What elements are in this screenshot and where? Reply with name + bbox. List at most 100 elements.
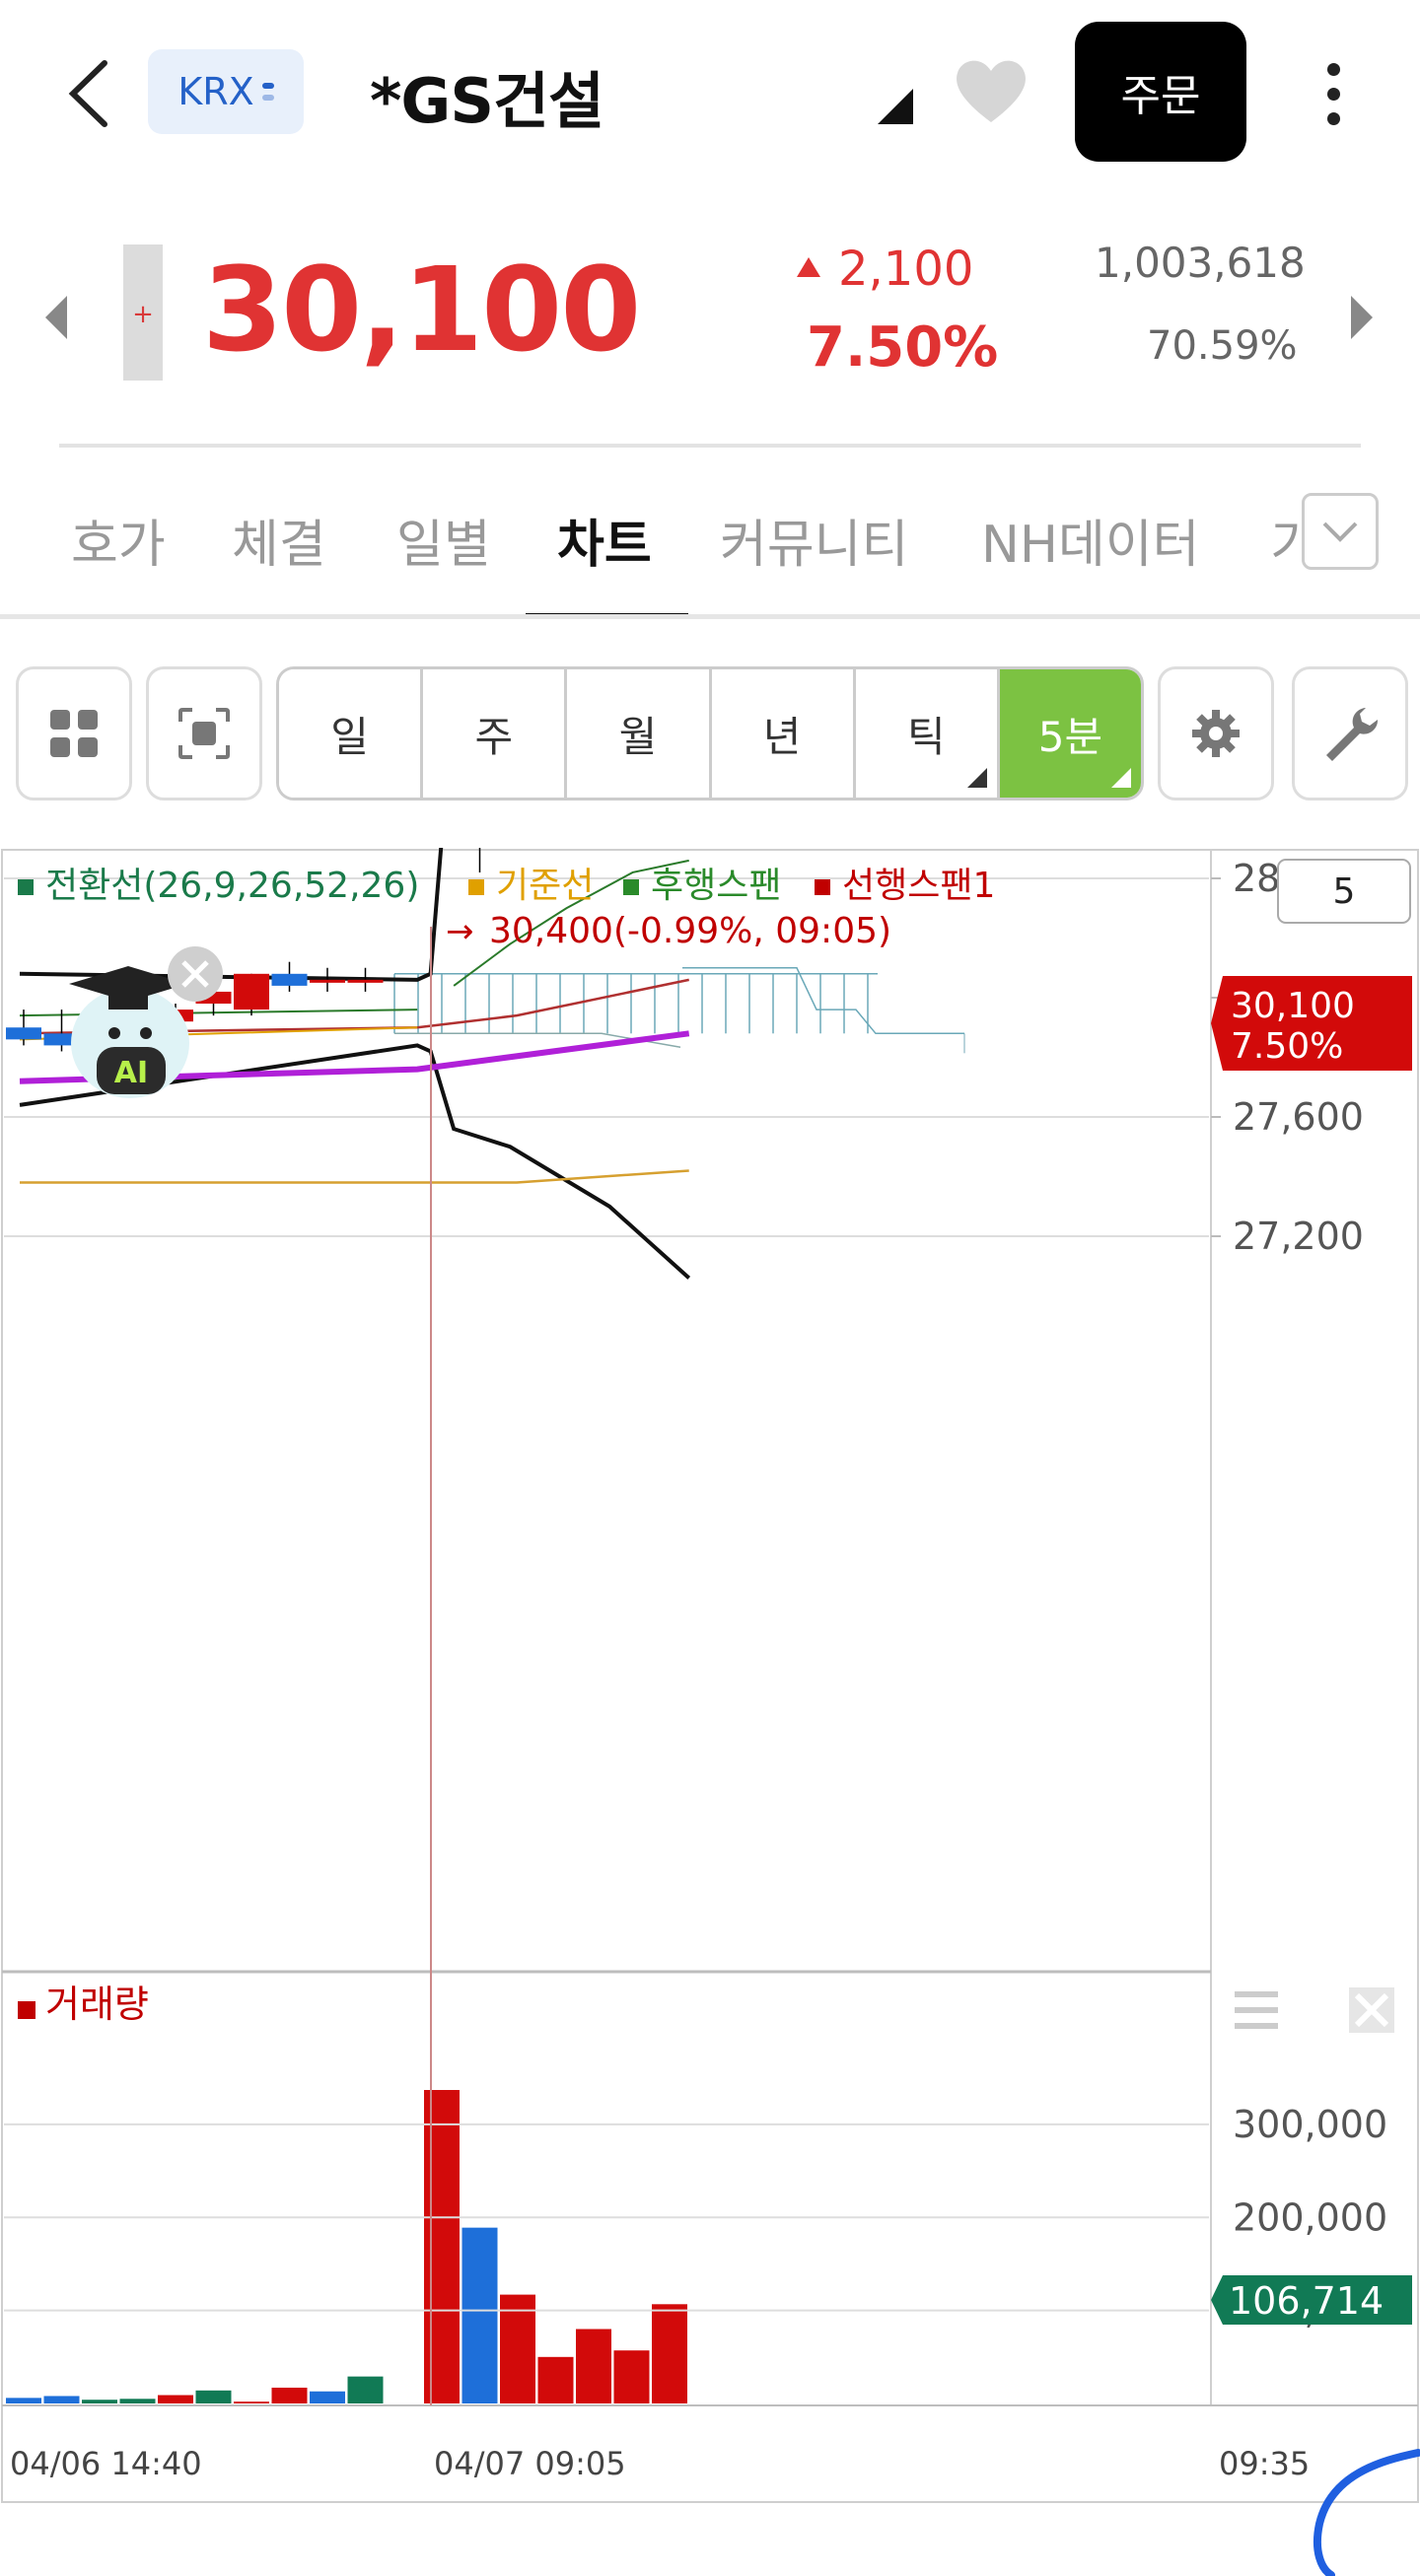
volume-tick-label: 300,000 (1233, 2103, 1387, 2146)
legend-tenkan: 전환선(26,9,26,52,26) (45, 866, 419, 906)
layout-grid-button[interactable] (16, 666, 132, 801)
price-chart[interactable]: 30,40030,00029,60029,20028,80028,40028,0… (0, 848, 1420, 2504)
volume-bar (310, 2391, 345, 2403)
capture-button[interactable] (146, 666, 262, 801)
candle-body (347, 979, 384, 983)
gear-icon (1192, 710, 1240, 757)
period-5min[interactable]: 5분 (999, 669, 1141, 798)
menu-corner-icon (1111, 768, 1132, 788)
tabs-expand-button[interactable] (1302, 493, 1379, 570)
chart-toolbar: 일 주 월 년 틱 5분 (0, 666, 1420, 804)
current-price: 30,100 (202, 242, 641, 378)
time-axis: 04/06 14:40 04/07 09:05 09:35 (10, 2445, 1310, 2482)
volume-bar (652, 2304, 687, 2403)
tab-daily[interactable]: 일별 (396, 503, 491, 577)
order-button[interactable]: 주문 (1075, 22, 1246, 162)
volume-legend: 거래량 (45, 1983, 149, 2026)
current-price-tag: 30,100 7.50% (1211, 976, 1412, 1071)
current-price-tag-value: 30,100 (1231, 986, 1355, 1026)
legend-chikou: 후행스팬 (651, 866, 781, 906)
period-tick-label: 틱 (906, 712, 946, 761)
back-button[interactable] (54, 49, 123, 138)
volume-bar (119, 2399, 156, 2403)
legend-swatch (18, 879, 34, 895)
period-day[interactable]: 일 (279, 669, 424, 798)
legend-swatch (815, 879, 830, 895)
period-month[interactable]: 월 (567, 669, 712, 798)
exchange-switch-icon (261, 83, 274, 101)
price-tick-label: 27,600 (1233, 1095, 1364, 1139)
chevron-left-icon (68, 60, 107, 127)
volume-bar (424, 2090, 460, 2403)
chart-tools-button[interactable] (1292, 666, 1408, 801)
candle-body (271, 973, 308, 986)
period-year[interactable]: 년 (711, 669, 856, 798)
price-summary: + 30,100 2,100 7.50% 1,003,618 70.59% (0, 227, 1420, 414)
wrench-icon (1326, 708, 1379, 761)
volume-bar (195, 2390, 232, 2403)
time-label: 04/06 14:40 (10, 2445, 202, 2482)
high-price-annotation: 30,400(-0.99%, 09:05) (489, 911, 891, 951)
tab-nh-data[interactable]: NH데이터 (981, 503, 1200, 577)
stock-name[interactable]: *GS건설 (370, 51, 604, 140)
tab-community[interactable]: 커뮤니티 (720, 503, 908, 577)
menu-corner-icon (966, 768, 987, 788)
screen-capture-icon (178, 708, 230, 759)
period-year-label: 년 (762, 712, 802, 761)
tab-orderbook[interactable]: 호가 (71, 503, 166, 577)
volume-bar (158, 2395, 193, 2403)
chevron-down-icon (1322, 522, 1358, 542)
turnover-ratio: 70.59% (1147, 323, 1298, 369)
time-label: 09:35 (1219, 2445, 1310, 2482)
candle-body (6, 1027, 41, 1040)
chart-area[interactable]: 30,40030,00029,60029,20028,80028,40028,0… (0, 848, 1420, 2504)
tab-trades[interactable]: 체결 (232, 503, 326, 577)
dropdown-corner-icon[interactable] (878, 89, 913, 124)
exchange-badge[interactable]: KRX (148, 49, 304, 134)
volume-bar (347, 2376, 384, 2403)
volume-bar (462, 2227, 498, 2403)
volume-bars (6, 2090, 687, 2403)
heart-icon[interactable] (952, 51, 1030, 130)
tab-chart[interactable]: 차트 (557, 503, 652, 577)
chart-settings-button[interactable] (1158, 666, 1274, 801)
tab-bar: 호가 체결 일별 차트 커뮤니티 NH데이터 기 (0, 473, 1420, 621)
period-tick[interactable]: 틱 (855, 669, 1000, 798)
volume-bar (6, 2398, 41, 2403)
period-week[interactable]: 주 (423, 669, 568, 798)
volume-bar (271, 2387, 308, 2403)
tab-more[interactable]: 기 (1270, 503, 1300, 577)
legend-senkou-a: 선행스팬1 (842, 866, 995, 906)
price-limit-bar: + (123, 244, 163, 381)
price-change-percent: 7.50% (807, 315, 999, 380)
line-kijun-low (20, 1169, 689, 1184)
candle-body (310, 979, 345, 983)
limit-mark: + (132, 300, 154, 329)
next-stock-arrow-icon[interactable] (1351, 296, 1373, 339)
scroll-handle-icon[interactable] (1312, 2435, 1420, 2576)
current-volume-tag-value: 106,714 (1229, 2279, 1384, 2323)
legend-swatch (623, 879, 639, 895)
period-selector: 일 주 월 년 틱 5분 (276, 666, 1144, 801)
ai-label: AI (114, 1056, 148, 1090)
divider (59, 444, 1361, 448)
legend-swatch (468, 879, 484, 895)
period-week-label: 주 (474, 712, 514, 761)
exchange-label: KRX (178, 70, 254, 113)
volume-bar (82, 2400, 117, 2403)
volume-bar (234, 2402, 269, 2403)
interval-input-value: 5 (1333, 871, 1356, 912)
menu-icon[interactable] (1235, 1991, 1278, 2029)
candle-body (234, 973, 269, 1010)
volume-bar (576, 2329, 611, 2403)
price-tick-label: 27,200 (1233, 1215, 1364, 1258)
top-bar: KRX *GS건설 주문 (0, 0, 1420, 187)
close-pane-icon[interactable] (1349, 1987, 1394, 2033)
volume-bar (43, 2396, 80, 2403)
volume-bar (537, 2356, 574, 2403)
high-annotation-arrow: → (446, 912, 474, 951)
prev-stock-arrow-icon[interactable] (45, 296, 67, 339)
volume-tick-label: 200,000 (1233, 2195, 1387, 2239)
more-vertical-icon[interactable] (1312, 49, 1355, 138)
chart-legend: 전환선(26,9,26,52,26) 기준선 후행스팬 선행스팬1 (18, 866, 995, 906)
